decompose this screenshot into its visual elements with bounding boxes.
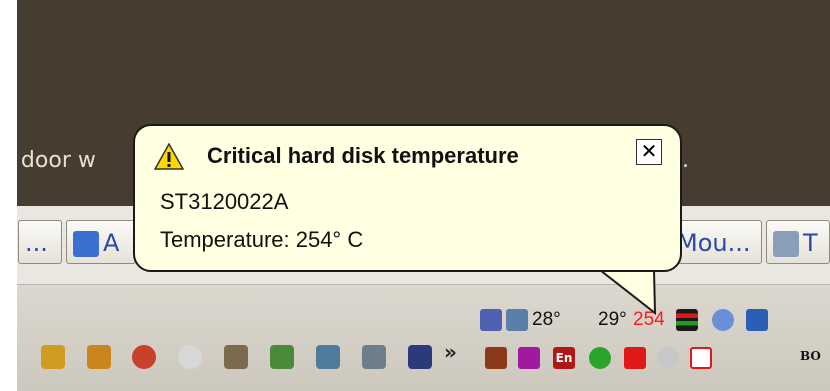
drive-icon[interactable] [506,309,528,331]
temperature-1[interactable]: 28° [532,309,561,331]
meter-icon[interactable] [676,309,698,331]
tools-icon[interactable] [224,345,248,369]
balloon-title: Critical hard disk temperature [207,143,519,168]
puzzle-icon[interactable] [87,345,111,369]
taskbar-button-label: A [103,229,120,257]
document-icon [73,231,99,257]
quick-launch-overflow-icon[interactable]: » [444,340,457,364]
temperature-reading: Temperature: 254° C [160,227,364,252]
taskbar-button-label: ... [25,229,48,257]
taskbar-button-label: Mou... [677,229,751,257]
phone-icon[interactable] [746,309,768,331]
left-edge [0,0,17,391]
language-icon[interactable]: En [553,347,575,369]
app-grid-icon[interactable] [41,345,65,369]
wheel-icon[interactable] [657,347,679,369]
antivirus-icon[interactable] [690,347,712,369]
power-icon[interactable] [624,347,646,369]
close-button[interactable]: ✕ [636,139,662,165]
compass-icon[interactable] [712,309,734,331]
device-name: ST3120022A [160,189,289,214]
network-icon[interactable] [480,309,502,331]
satellite-icon [773,231,799,257]
taskbar-button-1[interactable]: ... [18,220,62,264]
taskbar-button-label: T [803,229,818,257]
clock[interactable]: BO [800,349,821,363]
person-icon[interactable] [408,345,432,369]
disc-icon[interactable] [178,345,202,369]
monitor-icon[interactable] [316,345,340,369]
taskbar-button-4[interactable]: T [766,220,830,264]
computer-icon[interactable] [362,345,386,369]
temperature-critical[interactable]: 254 [633,309,665,331]
temperature-2[interactable]: 29° [598,309,627,331]
taskbar-button-3[interactable]: Mou... [670,220,762,264]
nvidia-tray-icon[interactable] [589,347,611,369]
nvidia-icon[interactable] [270,345,294,369]
speaker-icon[interactable] [485,347,507,369]
background-text-right: . [682,148,689,173]
warning-icon [154,143,184,170]
taskbar-button-2[interactable]: A [66,220,136,264]
pacman-icon[interactable] [132,345,156,369]
umbrella-icon[interactable] [518,347,540,369]
taskbar [17,285,830,391]
